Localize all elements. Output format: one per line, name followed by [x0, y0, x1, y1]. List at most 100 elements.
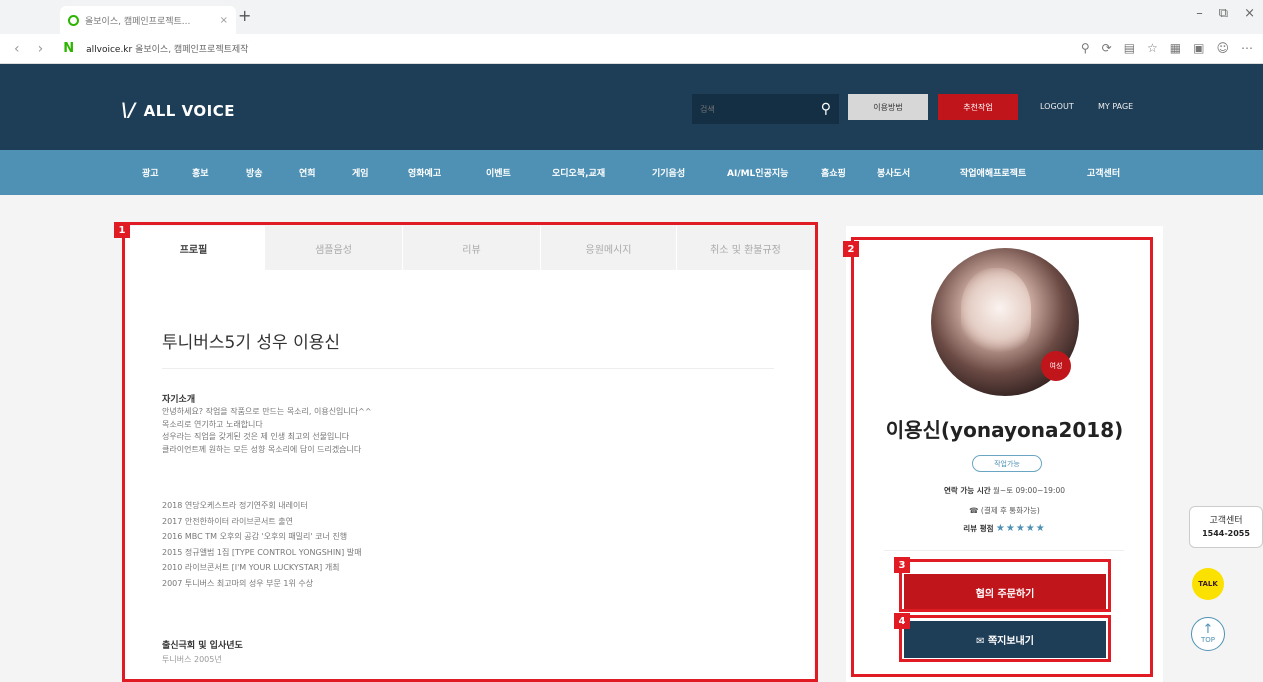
minimize-button[interactable]: –	[1196, 6, 1203, 21]
voice-actor-name: 이용신(yonayona2018)	[885, 418, 1124, 442]
tab-refund-policy[interactable]: 취소 및 환불규정	[676, 226, 814, 270]
history-line: 2016 MBC TM 오후의 공감 '오후의 패밀리' 코너 진행	[162, 532, 348, 541]
review-rating: 리뷰 평점 ★★★★★	[846, 523, 1163, 534]
search-icon[interactable]: ⚲	[821, 101, 831, 117]
browser-tab-title: 올보이스, 캠페인프로젝트...	[85, 16, 191, 27]
intro-line: 안녕하세요? 작업을 작품으로 만드는 목소리, 이용신입니다^^	[162, 407, 372, 416]
history-line: 2015 정규앨범 1집 [TYPE CONTROL YONGSHIN] 발매	[162, 547, 362, 557]
extension-icon[interactable]: ▦	[1170, 41, 1181, 55]
nav-item[interactable]: 게임	[352, 166, 369, 179]
nav-item[interactable]: 광고	[142, 166, 159, 179]
scroll-top-button[interactable]: ↑ TOP	[1191, 617, 1225, 651]
history-line: 2018 연당오케스트라 정기연주회 내레이터	[162, 501, 308, 510]
tab-profile[interactable]: 프로필	[122, 226, 264, 270]
restore-button[interactable]: ⧉	[1219, 6, 1228, 21]
browser-tab[interactable]: 올보이스, 캠페인프로젝트... ×	[60, 6, 236, 34]
nav-item[interactable]: 홈쇼핑	[821, 166, 846, 179]
tab-sample-voice[interactable]: 샘플음성	[264, 226, 402, 270]
kakao-talk-button[interactable]: TALK	[1192, 568, 1224, 600]
nav-item[interactable]: 기기음성	[652, 166, 685, 179]
message-icon: ✉	[976, 636, 985, 647]
close-tab-icon[interactable]: ×	[220, 15, 228, 26]
send-note-button[interactable]: ✉ 쪽지보내기	[904, 621, 1106, 658]
close-window-button[interactable]: ×	[1244, 6, 1255, 21]
url-page-title: 올보이스, 캠페인프로젝트제작	[135, 45, 249, 55]
url-field[interactable]: allvoice.kr 올보이스, 캠페인프로젝트제작	[86, 42, 248, 55]
phone-note-text: (결제 후 통화가능)	[980, 506, 1040, 515]
browser-toolbar: ⚲ ⟳ ▤ ☆ ▦ ▣ ☺ ⋯	[1081, 41, 1253, 55]
new-tab-button[interactable]: +	[238, 6, 251, 25]
search-box: ⚲	[692, 94, 839, 124]
contact-hours: 연락 가능 시간 월~토 09:00~19:00	[846, 485, 1163, 496]
site-header: \/ ALL VOICE ⚲ 이용방법 추천작업 LOGOUT MY PAGE	[0, 64, 1263, 150]
nav-item[interactable]: 작업애해프로젝트	[960, 166, 1026, 179]
profile-panel: 프로필 샘플음성 리뷰 응원메시지 취소 및 환불규정 투니버스5기 성우 이용…	[122, 226, 814, 682]
intro-text: 안녕하세요? 작업을 작품으로 만드는 목소리, 이용신입니다^^ 목소리로 연…	[162, 406, 372, 456]
annotation-number-1: 1	[114, 222, 130, 238]
main-navigation: 광고 홍보 방송 연희 게임 영화예고 이벤트 오디오북,교재 기기음성 AI/…	[0, 150, 1263, 195]
customer-center-phone: 1544-2055	[1202, 529, 1250, 538]
search-input[interactable]	[700, 104, 821, 114]
nav-item[interactable]: 이벤트	[486, 166, 511, 179]
reader-icon[interactable]: ▤	[1124, 41, 1135, 55]
logo-mark-icon: \/	[121, 99, 136, 121]
intro-line: 클라이언트께 원하는 모든 성향 목소리에 답이 드리겠습니다	[162, 444, 362, 454]
nav-item[interactable]: 연희	[299, 166, 316, 179]
intro-line: 성우라는 직업을 갖게된 것은 제 인생 최고의 선물입니다	[162, 432, 350, 441]
url-domain: allvoice.kr	[86, 45, 133, 55]
send-note-label: 쪽지보내기	[987, 636, 1034, 647]
nav-item[interactable]: 고객센터	[1087, 166, 1120, 179]
nav-item[interactable]: 홍보	[192, 166, 209, 179]
profile-icon[interactable]: ☺	[1216, 41, 1229, 55]
divider	[884, 550, 1124, 551]
address-bar: ‹ › N allvoice.kr 올보이스, 캠페인프로젝트제작 ⚲ ⟳ ▤ …	[0, 34, 1263, 64]
scroll-top-label: TOP	[1200, 636, 1215, 644]
nav-item[interactable]: 영화예고	[408, 166, 441, 179]
career-history: 2018 연당오케스트라 정기연주회 내레이터 2017 안전한하이터 라이브콘…	[162, 498, 362, 591]
mypage-link[interactable]: MY PAGE	[1098, 102, 1133, 111]
nav-item[interactable]: AI/ML인공지능	[727, 166, 788, 179]
howto-button[interactable]: 이용방법	[848, 94, 928, 120]
tab-cheer-message[interactable]: 응원메시지	[540, 226, 676, 270]
history-line: 2010 라이브콘서트 [I'M YOUR LUCKYSTAR] 개최	[162, 563, 340, 572]
annotation-number-4: 4	[894, 613, 910, 629]
origin-heading: 출신극회 및 입사년도	[162, 641, 243, 651]
history-line: 2007 투니버스 최고마의 성우 부문 1위 수상	[162, 578, 314, 588]
bookmark-star-icon[interactable]: ☆	[1147, 41, 1158, 55]
review-rating-label: 리뷰 평점	[963, 524, 994, 533]
site-favicon-icon	[68, 14, 79, 26]
profile-title: 투니버스5기 성우 이용신	[162, 333, 341, 353]
nav-item[interactable]: 방송	[246, 166, 263, 179]
origin-value: 투니버스 2005년	[162, 655, 222, 664]
recommended-work-button[interactable]: 추천작업	[938, 94, 1018, 120]
window-controls: – ⧉ ×	[1196, 6, 1255, 21]
phone-note: ☎ (결제 후 통화가능)	[846, 505, 1163, 516]
forward-button[interactable]: ›	[38, 41, 44, 57]
intro-heading: 자기소개	[162, 395, 196, 405]
logout-link[interactable]: LOGOUT	[1040, 102, 1074, 111]
nav-item[interactable]: 봉사도서	[877, 166, 910, 179]
customer-center-label: 고객센터	[1209, 516, 1243, 526]
tab-review[interactable]: 리뷰	[402, 226, 540, 270]
arrow-up-icon: ↑	[1202, 622, 1214, 637]
logo-text: ALL VOICE	[143, 102, 236, 120]
phone-icon: ☎	[969, 506, 979, 515]
allvoice-logo[interactable]: \/ ALL VOICE	[121, 99, 235, 121]
order-button[interactable]: 협의 주문하기	[904, 574, 1106, 611]
naver-logo-icon: N	[63, 41, 75, 56]
gender-badge: 여성	[1041, 351, 1071, 381]
availability-badge: 작업가능	[972, 455, 1042, 472]
back-button[interactable]: ‹	[14, 41, 20, 57]
intro-line: 목소리로 연기하고 노래합니다	[162, 419, 263, 429]
zoom-icon[interactable]: ⚲	[1081, 41, 1090, 55]
collections-icon[interactable]: ▣	[1193, 41, 1204, 55]
star-rating-icon: ★★★★★	[995, 523, 1046, 534]
customer-center-widget[interactable]: 고객센터 1544-2055	[1189, 506, 1263, 548]
divider	[162, 368, 774, 369]
profile-tabs: 프로필 샘플음성 리뷰 응원메시지 취소 및 환불규정	[122, 226, 814, 270]
more-menu-icon[interactable]: ⋯	[1241, 41, 1253, 55]
contact-hours-value: 월~토 09:00~19:00	[993, 486, 1065, 495]
nav-item[interactable]: 오디오북,교재	[552, 166, 605, 179]
history-line: 2017 안전한하이터 라이브콘서트 출연	[162, 516, 294, 526]
refresh-icon[interactable]: ⟳	[1102, 41, 1112, 55]
